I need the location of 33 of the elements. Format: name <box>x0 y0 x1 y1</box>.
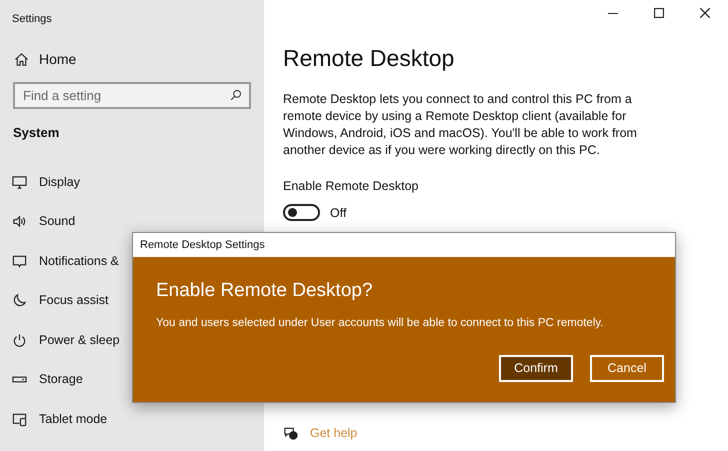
home-link[interactable]: Home <box>39 48 76 70</box>
toggle-label: Enable Remote Desktop <box>283 178 420 195</box>
window-title: Settings <box>11 12 53 27</box>
home-icon <box>14 52 29 66</box>
display-icon <box>12 174 27 190</box>
sidebar-item[interactable]: Tablet mode <box>39 410 108 429</box>
dialog-heading: Enable Remote Desktop? <box>156 279 374 303</box>
sidebar-item[interactable]: Storage <box>39 370 83 390</box>
sidebar-item[interactable]: Sound <box>39 212 76 232</box>
sidebar-item[interactable]: Display <box>39 172 80 192</box>
dialog-title: Remote Desktop Settings <box>133 233 675 257</box>
page-title: Remote Desktop <box>283 44 456 73</box>
dialog-button[interactable]: Cancel <box>590 355 664 382</box>
search-field[interactable]: Find a setting <box>13 82 251 109</box>
dialog-message: You and users selected under User accounts will be able to connect to this PC remotely. <box>156 316 604 330</box>
minimize-icon <box>608 12 618 14</box>
sidebar-item[interactable]: Focus assist <box>39 291 108 310</box>
close-icon <box>700 8 710 18</box>
section-heading: System <box>12 124 60 142</box>
power-icon <box>12 332 27 348</box>
help-chat-icon <box>283 426 298 441</box>
speaker-icon <box>12 214 27 230</box>
description-text: Remote Desktop lets you connect to and control this PC from a remote device by using a Remote Desktop client (available for Windows, Android, iOS and macOS). You'll be able to work from another device as if you were working directly on this PC. <box>283 90 638 159</box>
maximize-icon <box>654 8 664 18</box>
sidebar-item[interactable]: Notifications & <box>39 252 119 271</box>
sidebar-item[interactable]: Power & sleep <box>39 330 120 350</box>
tablet-icon <box>12 412 27 427</box>
toggle-switch[interactable] <box>283 204 320 222</box>
toggle-state: Off <box>330 204 346 222</box>
moon-icon <box>12 293 27 308</box>
dialog-button[interactable]: Confirm <box>499 355 573 382</box>
search-icon <box>230 89 242 101</box>
speech-bubble-icon <box>12 254 27 269</box>
